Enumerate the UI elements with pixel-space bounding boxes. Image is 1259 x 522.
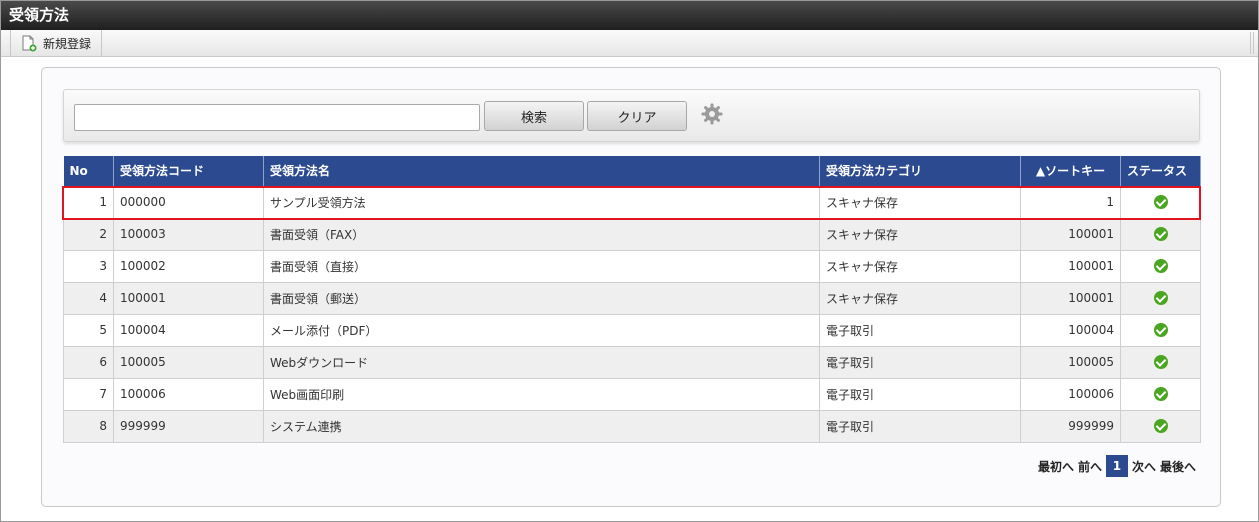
data-table: No 受領方法コード 受領方法名 受領方法カテゴリ ▲ソートキー ステータス 1… [63,156,1201,443]
new-register-label: 新規登録 [43,37,92,51]
col-category[interactable]: 受領方法カテゴリ [819,156,1021,186]
cell-code: 100004 [113,313,264,347]
cell-sortkey: 100005 [1020,345,1121,379]
cell-no: 5 [63,313,114,347]
cell-no: 6 [63,345,114,379]
cell-name: サンプル受領方法 [263,185,820,219]
cell-category: 電子取引 [819,377,1021,411]
table-row[interactable]: 4 100001 書面受領（郵送） スキャナ保存 100001 [63,281,1201,315]
cell-sortkey: 100001 [1020,217,1121,251]
check-circle-icon [1153,291,1168,306]
search-button[interactable]: 検索 [484,101,584,131]
toolbar-edge [1250,32,1254,54]
cell-status [1120,249,1201,283]
cell-code: 100003 [113,217,264,251]
cell-sortkey: 100004 [1020,313,1121,347]
col-sortkey[interactable]: ▲ソートキー [1020,156,1121,186]
check-circle-icon [1153,323,1168,338]
pager-prev[interactable]: 前へ [1078,458,1102,475]
col-name[interactable]: 受領方法名 [263,156,820,186]
content-panel: 検索 クリア No 受領方法コード 受領方法名 受領方法カテゴリ ▲ソートキー … [41,67,1221,507]
cell-category: スキャナ保存 [819,217,1021,251]
pager-last[interactable]: 最後へ [1160,458,1196,475]
search-input[interactable] [74,104,480,131]
table-row[interactable]: 2 100003 書面受領（FAX） スキャナ保存 100001 [63,217,1201,251]
table-row[interactable]: 6 100005 Webダウンロード 電子取引 100005 [63,345,1201,379]
cell-status [1120,217,1201,251]
cell-code: 000000 [113,185,264,219]
cell-no: 3 [63,249,114,283]
check-circle-icon [1153,387,1168,402]
table-row[interactable]: 7 100006 Web画面印刷 電子取引 100006 [63,377,1201,411]
cell-sortkey: 100006 [1020,377,1121,411]
col-no[interactable]: No [63,156,114,186]
check-circle-icon [1153,259,1168,274]
cell-code: 100005 [113,345,264,379]
table-row[interactable]: 8 999999 システム連携 電子取引 999999 [63,409,1201,443]
new-document-icon [22,35,37,52]
cell-sortkey: 999999 [1020,409,1121,443]
clear-button[interactable]: クリア [587,101,687,131]
pagination: 最初へ 前へ 1 次へ 最後へ [1038,455,1196,477]
cell-status [1120,377,1201,411]
check-circle-icon [1153,355,1168,370]
cell-status [1120,409,1201,443]
toolbar: 新規登録 [1,30,1258,57]
table-row[interactable]: 1 000000 サンプル受領方法 スキャナ保存 1 [63,185,1201,219]
cell-code: 100001 [113,281,264,315]
new-register-button[interactable]: 新規登録 [10,30,103,57]
cell-name: メール添付（PDF） [263,313,820,347]
cell-sortkey: 100001 [1020,281,1121,315]
cell-no: 7 [63,377,114,411]
cell-category: スキャナ保存 [819,281,1021,315]
search-bar: 検索 クリア [63,89,1200,142]
cell-name: 書面受領（郵送） [263,281,820,315]
cell-name: Webダウンロード [263,345,820,379]
cell-category: 電子取引 [819,313,1021,347]
cell-category: 電子取引 [819,409,1021,443]
cell-name: 書面受領（直接） [263,249,820,283]
pager-current[interactable]: 1 [1105,455,1128,477]
check-circle-icon [1153,227,1168,242]
check-circle-icon [1153,195,1168,210]
gear-icon[interactable] [700,102,724,126]
cell-name: 書面受領（FAX） [263,217,820,251]
app-window: 受領方法 新規登録 検索 クリア No 受領方法コード 受領方法名 受領方法カテ… [0,0,1259,522]
cell-status [1120,281,1201,315]
pager-next[interactable]: 次へ [1132,458,1156,475]
cell-code: 100002 [113,249,264,283]
cell-code: 999999 [113,409,264,443]
table-row[interactable]: 5 100004 メール添付（PDF） 電子取引 100004 [63,313,1201,347]
cell-code: 100006 [113,377,264,411]
cell-category: 電子取引 [819,345,1021,379]
cell-status [1120,313,1201,347]
table-row[interactable]: 3 100002 書面受領（直接） スキャナ保存 100001 [63,249,1201,283]
cell-category: スキャナ保存 [819,185,1021,219]
check-circle-icon [1153,419,1168,434]
cell-no: 1 [63,185,114,219]
cell-name: Web画面印刷 [263,377,820,411]
cell-name: システム連携 [263,409,820,443]
page-title: 受領方法 [1,1,1258,30]
cell-no: 4 [63,281,114,315]
cell-no: 8 [63,409,114,443]
cell-category: スキャナ保存 [819,249,1021,283]
cell-status [1120,185,1201,219]
cell-no: 2 [63,217,114,251]
cell-sortkey: 100001 [1020,249,1121,283]
table-header-row: No 受領方法コード 受領方法名 受領方法カテゴリ ▲ソートキー ステータス [63,156,1201,186]
col-status[interactable]: ステータス [1120,156,1201,186]
cell-status [1120,345,1201,379]
pager-first[interactable]: 最初へ [1038,458,1074,475]
col-code[interactable]: 受領方法コード [113,156,264,186]
cell-sortkey: 1 [1020,185,1121,219]
